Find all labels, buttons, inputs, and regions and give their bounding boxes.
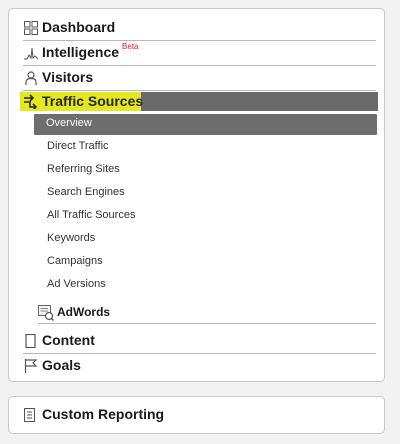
- nav-goals[interactable]: Goals: [23, 354, 376, 379]
- grid-icon: [24, 21, 38, 35]
- custom-reporting-panel: Custom Reporting: [8, 396, 385, 434]
- subnav-adwords-label: AdWords: [57, 305, 111, 319]
- custom-reporting-label: Custom Reporting: [42, 406, 165, 422]
- subnav-overview-label: Overview: [46, 117, 92, 129]
- adwords-icon: [38, 305, 54, 321]
- arrows-icon: [24, 94, 38, 109]
- subnav-campaigns[interactable]: Campaigns: [47, 255, 103, 267]
- document-icon: [24, 408, 35, 422]
- subnav-referring-sites[interactable]: Referring Sites: [47, 163, 120, 175]
- person-icon: [25, 71, 37, 85]
- subnav-ad-versions[interactable]: Ad Versions: [47, 278, 106, 290]
- navigation-panel: Dashboard Intelligence Beta Visitors Traf…: [8, 8, 385, 382]
- nav-dashboard[interactable]: Dashboard: [23, 16, 376, 41]
- beta-badge: Beta: [122, 42, 139, 51]
- nav-intelligence-text: Intelligence: [42, 44, 120, 60]
- nav-dashboard-label: Dashboard: [42, 19, 116, 35]
- subnav-search-engines[interactable]: Search Engines: [47, 186, 125, 198]
- sparkline-icon: [24, 47, 38, 60]
- nav-content-label: Content: [42, 332, 95, 348]
- subnav-direct-traffic[interactable]: Direct Traffic: [47, 140, 109, 152]
- subnav-keywords[interactable]: Keywords: [47, 232, 95, 244]
- nav-intelligence[interactable]: Intelligence Beta: [23, 41, 376, 66]
- subnav-adwords[interactable]: AdWords: [38, 304, 376, 324]
- nav-visitors[interactable]: Visitors: [23, 66, 376, 91]
- nav-visitors-label: Visitors: [42, 69, 94, 85]
- nav-intelligence-label: Intelligence Beta: [42, 42, 139, 60]
- subnav-all-traffic-sources[interactable]: All Traffic Sources: [47, 209, 135, 221]
- flag-icon: [24, 359, 38, 373]
- nav-traffic-sources-label: Traffic Sources: [42, 93, 144, 109]
- nav-content[interactable]: Content: [23, 329, 376, 354]
- page-icon: [25, 334, 36, 348]
- nav-traffic-sources[interactable]: Traffic Sources: [20, 92, 378, 111]
- subnav-overview[interactable]: Overview: [34, 114, 377, 135]
- nav-goals-label: Goals: [42, 357, 81, 373]
